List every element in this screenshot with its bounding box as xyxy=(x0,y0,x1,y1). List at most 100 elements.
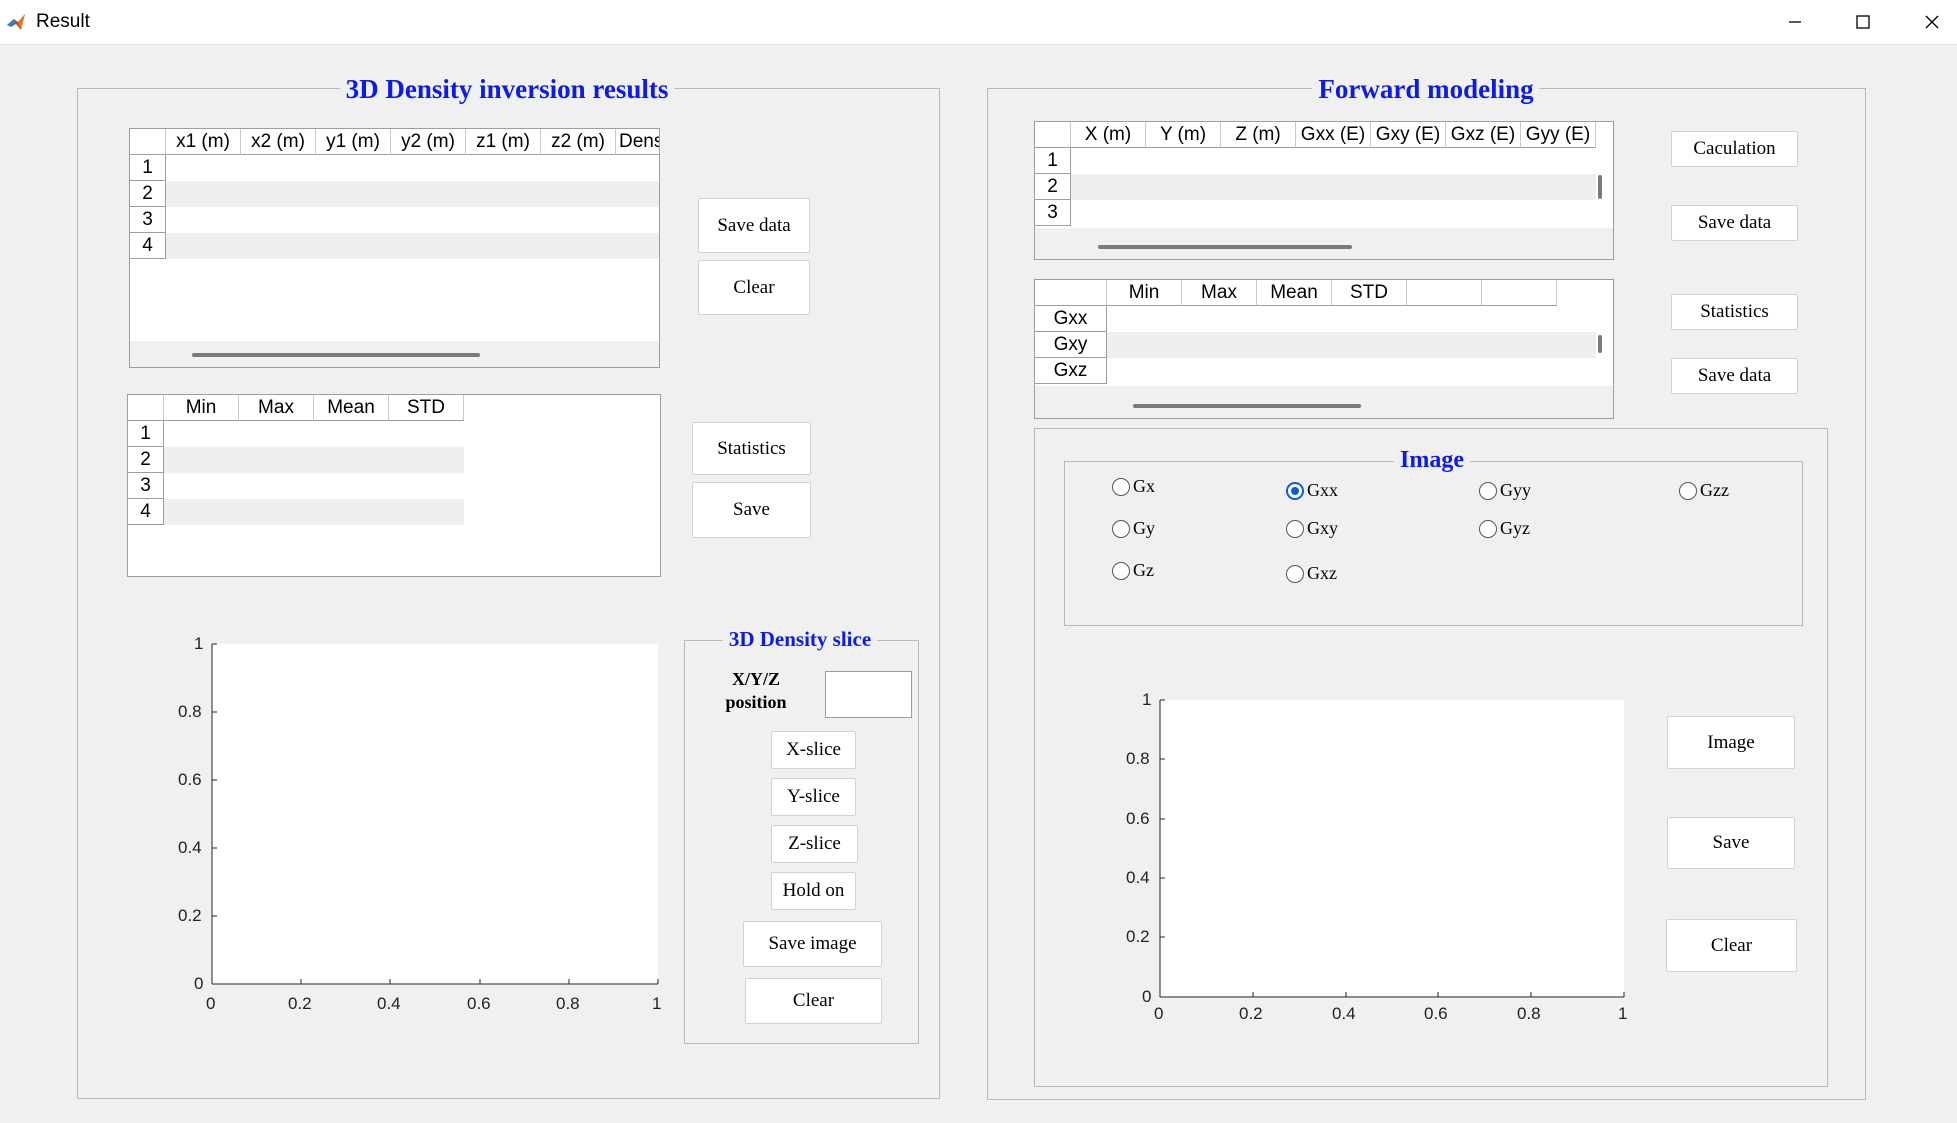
column-header[interactable]: Z (m) xyxy=(1221,122,1296,148)
column-header[interactable] xyxy=(1407,280,1482,306)
axes-lines xyxy=(1159,699,1625,998)
density-axes[interactable]: 0 0.2 0.4 0.6 0.8 1 0 0.2 0.4 0.6 0.8 1 xyxy=(130,630,690,1030)
save-button[interactable]: Save xyxy=(1667,817,1795,869)
row-header: 1 xyxy=(128,421,164,447)
y-tick-label: 0.4 xyxy=(1126,868,1150,887)
column-header[interactable]: Gxz (E) xyxy=(1446,122,1521,148)
radio-gxx[interactable]: Gxx xyxy=(1286,480,1338,501)
clear-button[interactable]: Clear xyxy=(698,260,810,315)
table-row[interactable] xyxy=(1107,332,1596,358)
image-button[interactable]: Image xyxy=(1667,716,1795,769)
row-header: Gxz xyxy=(1035,358,1107,384)
table-row[interactable] xyxy=(164,421,464,447)
table-row[interactable] xyxy=(166,181,659,207)
radio-gxz[interactable]: Gxz xyxy=(1286,563,1337,584)
x-tick-label: 0.2 xyxy=(1239,1004,1263,1023)
radio-gxy[interactable]: Gxy xyxy=(1286,518,1338,539)
column-header[interactable]: Gxx (E) xyxy=(1296,122,1371,148)
column-header[interactable]: y2 (m) xyxy=(391,129,466,155)
column-header[interactable]: STD xyxy=(389,395,464,421)
radio-gyy[interactable]: Gyy xyxy=(1479,480,1531,501)
maximize-button[interactable] xyxy=(1828,0,1898,44)
save-button[interactable]: Save xyxy=(692,482,811,538)
position-input[interactable] xyxy=(825,671,912,718)
results-table[interactable]: x1 (m) x2 (m) y1 (m) y2 (m) z1 (m) z2 (m… xyxy=(129,128,660,368)
column-header[interactable]: Mean xyxy=(314,395,389,421)
table-row[interactable] xyxy=(166,233,659,259)
statistics-button[interactable]: Statistics xyxy=(1671,294,1798,330)
y-tick-label: 0.8 xyxy=(1126,749,1150,768)
column-header[interactable]: X (m) xyxy=(1071,122,1146,148)
column-header[interactable]: Gyy (E) xyxy=(1521,122,1596,148)
table-row[interactable] xyxy=(1107,358,1596,384)
column-header[interactable]: Min xyxy=(164,395,239,421)
column-header[interactable]: Y (m) xyxy=(1146,122,1221,148)
column-header[interactable]: y1 (m) xyxy=(316,129,391,155)
table-row[interactable] xyxy=(1071,200,1596,226)
minimize-icon xyxy=(1789,21,1801,23)
column-header[interactable]: Mean xyxy=(1257,280,1332,306)
x-tick-label: 0.4 xyxy=(1332,1004,1356,1023)
clear-button[interactable]: Clear xyxy=(1666,919,1797,972)
forward-table[interactable]: X (m) Y (m) Z (m) Gxx (E) Gxy (E) Gxz (E… xyxy=(1034,121,1614,260)
column-header[interactable]: x2 (m) xyxy=(241,129,316,155)
gradient-statistics-table[interactable]: Min Max Mean STD Gxx Gxy Gxz xyxy=(1034,279,1614,419)
vertical-scrollbar[interactable] xyxy=(1598,335,1602,353)
table-row[interactable] xyxy=(164,447,464,473)
radio-circle xyxy=(1479,481,1497,500)
x-tick-label: 0.6 xyxy=(467,994,491,1013)
save-data-button[interactable]: Save data xyxy=(698,198,810,253)
minimize-button[interactable] xyxy=(1760,0,1830,44)
column-header[interactable]: Min xyxy=(1107,280,1182,306)
horizontal-scrollbar[interactable] xyxy=(1098,245,1352,249)
y-tick-label: 0 xyxy=(1142,987,1152,1006)
vertical-scrollbar[interactable] xyxy=(1598,175,1602,199)
column-header[interactable]: x1 (m) xyxy=(166,129,241,155)
radio-circle-selected xyxy=(1286,481,1304,500)
horizontal-scrollbar[interactable] xyxy=(1133,404,1361,408)
table-row[interactable] xyxy=(164,473,464,499)
close-button[interactable] xyxy=(1897,0,1957,44)
radio-circle xyxy=(1286,564,1304,583)
row-header: 2 xyxy=(1035,174,1071,200)
table-row[interactable] xyxy=(1071,148,1596,174)
column-header[interactable]: Max xyxy=(239,395,314,421)
slice-clear-button[interactable]: Clear xyxy=(745,978,882,1024)
forward-axes[interactable]: 0 0.2 0.4 0.6 0.8 1 0 0.2 0.4 0.6 0.8 1 xyxy=(1110,686,1650,1036)
y-slice-button[interactable]: Y-slice xyxy=(771,778,856,816)
z-slice-button[interactable]: Z-slice xyxy=(771,825,858,863)
calculation-button[interactable]: Caculation xyxy=(1671,131,1798,167)
radio-gx[interactable]: Gx xyxy=(1112,476,1155,497)
row-header: 2 xyxy=(130,181,166,207)
column-header[interactable]: STD xyxy=(1332,280,1407,306)
horizontal-scrollbar[interactable] xyxy=(192,353,480,357)
column-header[interactable]: z2 (m) xyxy=(541,129,616,155)
hold-on-button[interactable]: Hold on xyxy=(771,872,856,910)
save-image-button[interactable]: Save image xyxy=(743,921,882,967)
column-header[interactable]: z1 (m) xyxy=(466,129,541,155)
window-title: Result xyxy=(36,11,90,32)
y-tick-label: 0.2 xyxy=(178,906,202,925)
statistics-table[interactable]: Min Max Mean STD 1 2 3 4 xyxy=(127,394,661,577)
table-row[interactable] xyxy=(1107,306,1596,332)
radio-gyz[interactable]: Gyz xyxy=(1479,518,1530,539)
y-tick-label: 1 xyxy=(194,634,204,653)
column-header[interactable] xyxy=(1482,280,1557,306)
x-slice-button[interactable]: X-slice xyxy=(771,731,856,769)
save-data-button-2[interactable]: Save data xyxy=(1671,358,1798,394)
y-tick-label: 0.4 xyxy=(178,838,202,857)
table-row[interactable] xyxy=(1071,174,1596,200)
column-header[interactable]: Max xyxy=(1182,280,1257,306)
column-header[interactable]: Gxy (E) xyxy=(1371,122,1446,148)
table-row[interactable] xyxy=(166,207,659,233)
statistics-button[interactable]: Statistics xyxy=(692,422,811,475)
radio-gzz[interactable]: Gzz xyxy=(1679,480,1729,501)
table-row[interactable] xyxy=(164,499,464,525)
radio-gz[interactable]: Gz xyxy=(1112,560,1154,581)
column-header[interactable]: Dens xyxy=(616,129,659,155)
save-data-button[interactable]: Save data xyxy=(1671,205,1798,241)
y-tick-label: 1 xyxy=(1142,690,1152,709)
radio-gy[interactable]: Gy xyxy=(1112,518,1155,539)
radio-circle xyxy=(1112,519,1130,538)
table-row[interactable] xyxy=(166,155,659,181)
